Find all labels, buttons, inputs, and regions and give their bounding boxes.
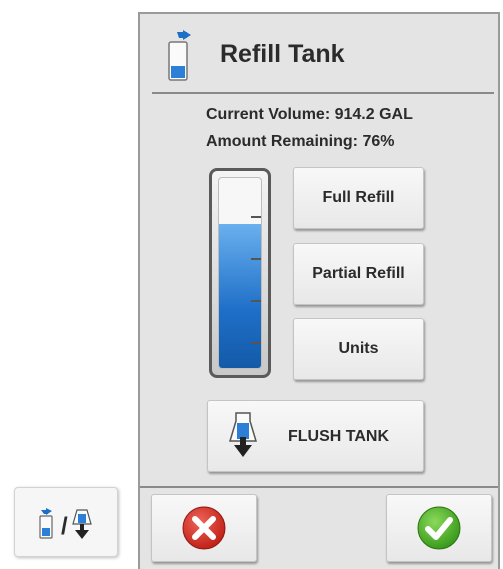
gauge-tick <box>251 258 261 260</box>
flush-tank-icon <box>228 412 258 457</box>
confirm-button[interactable] <box>386 494 492 562</box>
refill-flush-shortcut-button[interactable]: / <box>14 487 118 557</box>
confirm-check-icon <box>417 506 461 550</box>
shortcut-separator: / <box>61 513 68 540</box>
gauge-tick <box>251 300 261 302</box>
tank-fill-level <box>219 223 261 368</box>
refill-flush-icon: / <box>39 508 92 540</box>
gauge-tick <box>251 342 261 344</box>
partial-refill-button[interactable]: Partial Refill <box>293 243 424 305</box>
header-divider <box>152 92 494 94</box>
dialog-title: Refill Tank <box>220 40 345 68</box>
amount-remaining-text: Amount Remaining: 76% <box>206 133 395 150</box>
current-volume-text: Current Volume: 914.2 GAL <box>206 106 413 123</box>
gauge-tick <box>251 216 261 218</box>
full-refill-button[interactable]: Full Refill <box>293 167 424 229</box>
tank-level-gauge <box>209 168 271 378</box>
flush-tank-button[interactable]: FLUSH TANK <box>207 400 424 472</box>
cancel-button[interactable] <box>151 494 257 562</box>
tank-gauge-inner <box>218 177 262 369</box>
cancel-x-icon <box>182 506 226 550</box>
tank-refill-icon <box>168 30 191 81</box>
units-button[interactable]: Units <box>293 318 424 380</box>
flush-tank-label: FLUSH TANK <box>288 428 390 445</box>
footer-divider <box>140 486 498 488</box>
